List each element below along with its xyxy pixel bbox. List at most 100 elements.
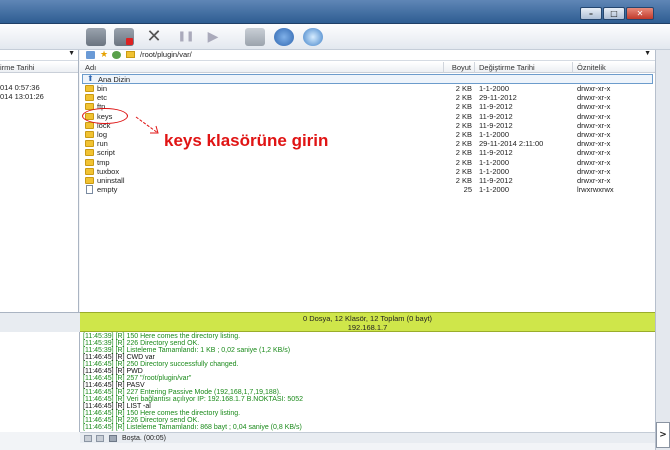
title-bar: – □ ✕ [0,0,670,24]
file-size: 2 KB [455,176,472,185]
close-window-button[interactable]: ✕ [626,7,654,20]
file-date: 11-9-2012 [479,176,513,185]
folder-icon [85,167,94,175]
folder-up-icon[interactable] [86,51,95,59]
file-permissions: drwxr-xr-x [577,130,611,139]
file-name: etc [97,93,108,103]
file-permissions: drwxr-xr-x [577,148,611,158]
local-path-bar[interactable]: ▼ [0,50,78,61]
remote-status-bar: 0 Dosya, 12 Klasör, 12 Toplam (0 bayt) 1… [80,312,655,332]
local-file-pane: ▼ irme Tarihi 014 0:57:36 014 13:01:26 [0,50,79,312]
annotation-text: keys klasörüne girin [164,131,329,150]
cancel-icon: ✕ [146,26,162,47]
status-summary: 0 Dosya, 12 Klasör, 12 Toplam (0 bayt) [302,314,433,323]
globe-button[interactable] [303,28,323,46]
folder-icon [126,51,135,58]
dropdown-arrow-icon: ▼ [644,50,651,57]
cancel-button[interactable]: ✕ [144,28,164,46]
scroll-right-icon[interactable]: > [656,422,670,448]
file-name: bin [97,84,108,93]
local-date: 014 13:01:26 [0,92,44,101]
local-column-date[interactable]: irme Tarihi [0,62,78,73]
queue-button[interactable] [245,28,265,46]
file-row[interactable]: uninstall 2 KB 11-9-2012 drwxr-xr-x [80,176,655,185]
log-pane: [11:45:39] [R] 150 Here comes the direct… [80,332,655,432]
file-name: tmp [97,157,110,167]
maximize-button[interactable]: □ [603,7,625,20]
pause-icon: ❚❚ [177,31,195,42]
connect-button[interactable] [86,28,106,46]
column-size[interactable]: Boyut [444,62,475,73]
file-permissions: drwxr-xr-x [577,157,611,167]
up-arrow-icon: ⬆ [87,74,94,83]
folder-icon [85,158,94,166]
column-date[interactable]: Değiştirme Tarihi [475,62,573,73]
file-date: 1-1-2000 [479,166,510,176]
file-size: 2 KB [455,139,472,149]
file-row[interactable]: etc 2 KB 29-11-2012 drwxr-xr-x [80,93,655,102]
file-permissions: drwxr-xr-x [577,111,611,121]
queue-pane [0,332,80,432]
vertical-scrollbar[interactable]: > [655,50,670,450]
file-row[interactable]: lock 2 KB 11-9-2012 drwxr-xr-x [80,121,655,130]
file-permissions: drwxr-xr-x [577,120,611,130]
annotation-arrow [135,116,159,134]
idle-status: Boşta. (00:05) [122,435,166,442]
disk-icon [84,435,92,442]
file-size: 2 KB [455,130,472,139]
column-permissions[interactable]: Öznitelik [573,62,655,73]
status-host: 192.168.1.7 [347,323,388,332]
remote-path-bar[interactable]: ★ /root/plugin/var/ ▼ [80,49,655,61]
file-icon [86,185,93,195]
file-name: tuxbox [97,166,120,176]
file-permissions: drwxr-xr-x [577,139,611,149]
file-date: 29-11-2014 2:11:00 [479,139,544,149]
file-permissions: drwxr-xr-x [577,93,611,103]
idle-icon [109,435,117,442]
local-status-bar [0,312,80,332]
minimize-icon: – [589,9,593,18]
file-date: 11-9-2012 [479,111,513,121]
file-size: 2 KB [455,93,472,103]
file-name: uninstall [97,176,125,185]
file-date: 11-9-2012 [479,120,513,130]
file-size: 2 KB [455,166,472,176]
file-row[interactable]: tuxbox 2 KB 1-1-2000 drwxr-xr-x [80,167,655,176]
bookmark-icon[interactable] [112,51,121,59]
pause-button[interactable]: ❚❚ [176,28,196,46]
refresh-button[interactable] [274,28,294,46]
local-row[interactable]: 014 13:01:26 [0,92,78,101]
parent-label: Ana Dizin [98,75,131,84]
file-name: script [97,148,115,158]
file-size: 2 KB [455,120,472,130]
file-row[interactable]: ftp 2 KB 11-9-2012 drwxr-xr-x [80,102,655,111]
file-size: 2 KB [455,148,472,158]
parent-directory-row[interactable]: ⬆ Ana Dizin [82,74,653,84]
file-row[interactable]: keys 2 KB 11-9-2012 drwxr-xr-x [80,112,655,121]
minimize-button[interactable]: – [580,7,602,20]
file-date: 1-1-2000 [479,130,510,139]
file-permissions: drwxr-xr-x [577,166,611,176]
star-icon[interactable]: ★ [100,49,108,60]
current-path: /root/plugin/var/ [140,50,192,59]
dropdown-arrow-icon: ▼ [68,50,75,57]
file-permissions: lrwxrwxrwx [577,185,614,195]
file-size: 2 KB [455,157,472,167]
file-date: 1-1-2000 [479,157,510,167]
local-row[interactable]: 014 0:57:36 [0,83,78,92]
file-permissions: drwxr-xr-x [577,84,611,93]
file-row[interactable]: empty 25 1-1-2000 lrwxrwxrwx [80,185,655,195]
file-size: 2 KB [455,84,472,93]
bottom-status-bar: Boşta. (00:05) [80,432,655,443]
folder-icon [85,85,94,92]
remote-file-pane: ★ /root/plugin/var/ ▼ Adı Boyut Değiştir… [80,49,655,312]
file-row[interactable]: tmp 2 KB 1-1-2000 drwxr-xr-x [80,158,655,167]
file-size: 2 KB [455,102,472,112]
maximize-icon: □ [610,9,618,18]
file-row[interactable]: bin 2 KB 1-1-2000 drwxr-xr-x [80,84,655,93]
folder-icon [85,94,94,102]
column-name[interactable]: Adı [80,62,444,73]
log-line: [11:46:45] [R] Listeleme Tamamlandı: 868… [83,424,302,431]
disconnect-button[interactable] [114,28,134,46]
play-button[interactable]: ▶ [203,28,223,46]
